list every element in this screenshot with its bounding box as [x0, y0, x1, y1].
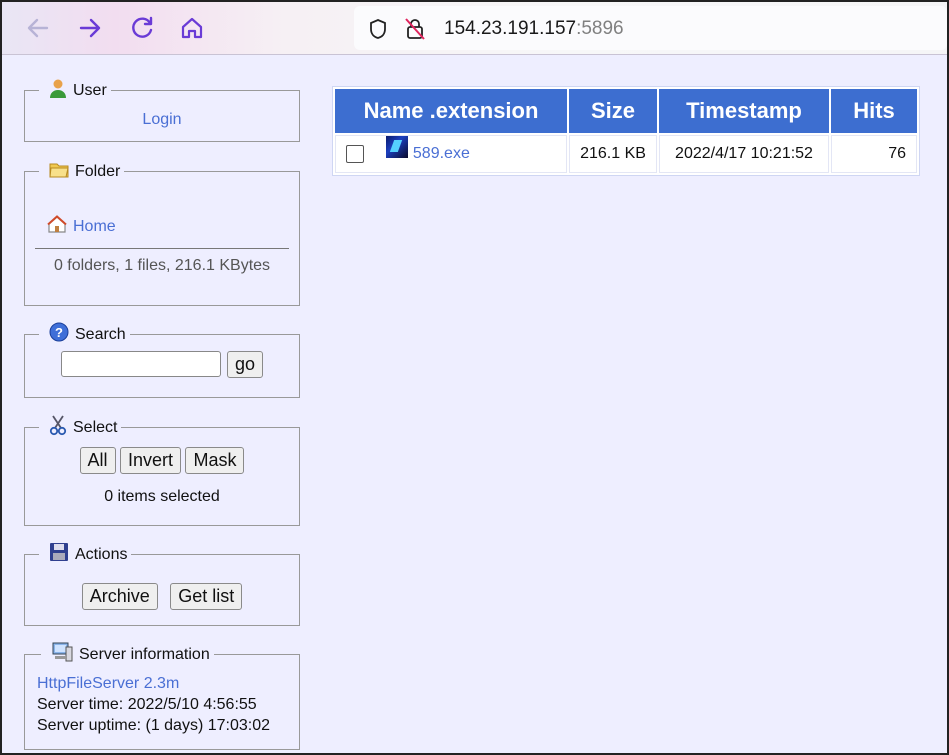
- help-icon: ?: [49, 322, 69, 347]
- column-header-size[interactable]: Size: [569, 89, 657, 133]
- server-software-link[interactable]: HttpFileServer 2.3m: [37, 675, 179, 692]
- server-time: Server time: 2022/5/10 4:56:55: [37, 696, 257, 713]
- file-select-checkbox[interactable]: [346, 144, 364, 163]
- search-input[interactable]: [60, 351, 221, 377]
- select-panel-title: Select: [73, 418, 118, 436]
- file-hits-cell: 76: [831, 135, 917, 173]
- home-icon[interactable]: [178, 14, 206, 42]
- server-info-title: Server information: [79, 645, 210, 663]
- url-text[interactable]: 154.23.191.157:5896: [444, 18, 624, 40]
- address-bar[interactable]: 154.23.191.157:5896: [354, 6, 947, 50]
- forward-arrow-icon[interactable]: [76, 14, 104, 42]
- back-arrow-icon[interactable]: [24, 14, 52, 42]
- folder-panel: Folder Home 0 folders, 1 files, 216.1 KB…: [24, 160, 300, 306]
- actions-panel: Actions Archive Get list: [24, 542, 300, 626]
- computer-icon: [51, 642, 73, 667]
- column-header-name[interactable]: Name .extension: [335, 89, 567, 133]
- exe-file-icon: [386, 135, 409, 158]
- table-row: 589.exe 216.1 KB 2022/4/17 10:21:52 76: [335, 135, 917, 173]
- actions-panel-legend: Actions: [39, 542, 131, 567]
- shield-icon[interactable]: [368, 18, 388, 45]
- invert-selection-button[interactable]: Invert: [119, 447, 182, 474]
- file-name-cell: 589.exe: [335, 135, 567, 173]
- select-panel: Select All Invert Mask 0 items selected: [24, 414, 300, 526]
- url-host: 154.23.191.157: [444, 18, 577, 39]
- file-link[interactable]: 589.exe: [413, 145, 470, 162]
- user-icon: [49, 78, 67, 103]
- user-panel-title: User: [73, 81, 107, 99]
- search-panel-title: Search: [75, 325, 126, 343]
- column-header-timestamp[interactable]: Timestamp: [659, 89, 829, 133]
- server-info-legend: Server information: [41, 642, 214, 667]
- archive-button[interactable]: Archive: [81, 583, 158, 610]
- login-link[interactable]: Login: [142, 111, 181, 128]
- user-panel: User Login: [24, 78, 300, 142]
- file-timestamp-cell: 2022/4/17 10:21:52: [659, 135, 829, 173]
- url-port: :5896: [576, 18, 624, 39]
- server-uptime: Server uptime: (1 days) 17:03:02: [37, 717, 271, 734]
- home-folder-icon: [47, 215, 67, 238]
- server-info-panel: Server information HttpFileServer 2.3m S…: [24, 642, 300, 750]
- get-list-button[interactable]: Get list: [170, 583, 243, 610]
- folder-summary: 0 folders, 1 files, 216.1 KBytes: [53, 257, 271, 274]
- column-header-hits[interactable]: Hits: [831, 89, 917, 133]
- user-panel-legend: User: [39, 78, 111, 103]
- selection-status: 0 items selected: [104, 488, 220, 505]
- search-panel: ? Search go: [24, 322, 300, 398]
- reload-icon[interactable]: [128, 14, 156, 42]
- mask-button[interactable]: Mask: [185, 447, 245, 474]
- folder-icon: [49, 160, 69, 183]
- search-go-button[interactable]: go: [226, 351, 264, 378]
- scissors-icon: [49, 414, 67, 441]
- file-table: Name .extension Size Timestamp Hits 589.…: [332, 86, 920, 176]
- browser-toolbar: 154.23.191.157:5896: [2, 2, 947, 55]
- folder-divider: [35, 248, 289, 249]
- insecure-lock-icon[interactable]: [404, 17, 426, 46]
- file-size-cell: 216.1 KB: [569, 135, 657, 173]
- select-panel-legend: Select: [39, 414, 121, 441]
- actions-panel-title: Actions: [75, 545, 128, 563]
- search-panel-legend: ? Search: [39, 322, 130, 347]
- folder-panel-title: Folder: [75, 162, 121, 180]
- folder-panel-legend: Folder: [39, 160, 124, 183]
- home-link[interactable]: Home: [73, 218, 116, 236]
- save-disk-icon: [49, 542, 69, 567]
- select-all-button[interactable]: All: [79, 447, 116, 474]
- svg-text:?: ?: [55, 325, 63, 340]
